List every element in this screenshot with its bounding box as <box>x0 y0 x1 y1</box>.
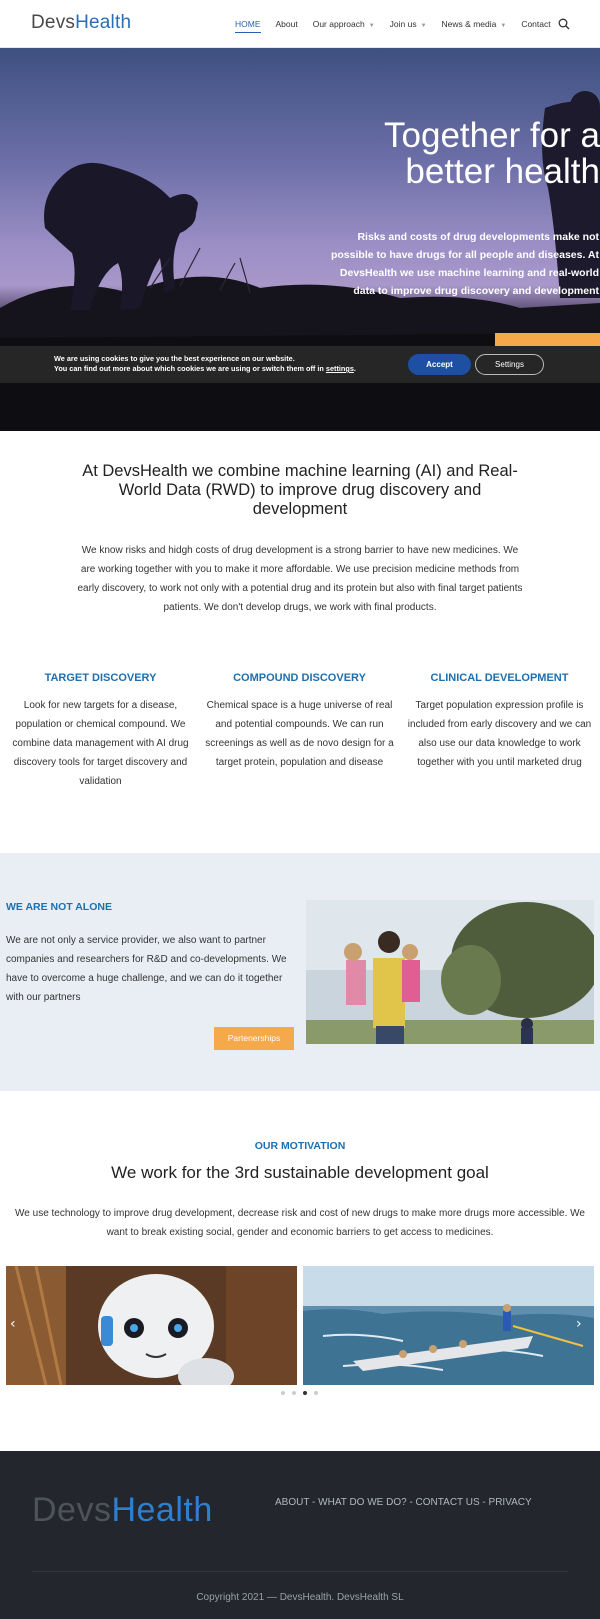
nav-contact[interactable]: Contact <box>521 19 550 29</box>
site-footer: DevsHealth ABOUT - WHAT DO WE DO? - CONT… <box>0 1451 600 1619</box>
cookie-line-2-end: . <box>353 364 356 373</box>
cookie-settings-button[interactable]: Settings <box>475 354 544 375</box>
hero-title: Together for a better health <box>384 116 600 191</box>
chevron-down-icon: ▼ <box>368 23 375 29</box>
main-nav: HOME About Our approach ▼ Join us ▼ News &… <box>235 0 566 48</box>
cookie-settings-link[interactable]: settings <box>326 364 354 373</box>
slider-dot[interactable] <box>281 1391 285 1395</box>
nav-news-media[interactable]: News & media ▼ <box>442 19 507 29</box>
logo-part-health: Health <box>75 12 132 33</box>
motivation-title: We work for the 3rd sustainable developm… <box>111 1163 489 1182</box>
nav-news-media-label: News & media <box>441 19 497 29</box>
intro-title: At DevsHealth we combine machine learnin… <box>82 462 518 518</box>
service-title: TARGET DISCOVERY <box>44 672 157 684</box>
partners-section: WE ARE NOT ALONE We are not only a servi… <box>0 853 600 1091</box>
cookie-accept-button[interactable]: Accept <box>408 354 471 375</box>
nav-our-approach[interactable]: Our approach ▼ <box>313 19 375 29</box>
footer-logo-devs: Devs <box>32 1491 112 1529</box>
slider-dot-active[interactable] <box>303 1391 307 1395</box>
hero-text: Risks and costs of drug developments mak… <box>330 231 599 297</box>
motivation-text: We use technology to improve drug develo… <box>15 1208 585 1238</box>
slider-dots <box>281 1391 325 1395</box>
partners-title: WE ARE NOT ALONE <box>6 901 112 913</box>
footer-copyright: Copyright 2021 — DevsHealth. DevsHealth … <box>196 1592 404 1603</box>
footer-logo-health: Health <box>111 1491 213 1529</box>
nav-join-us-label: Join us <box>389 19 417 29</box>
service-text: Target population expression profile is … <box>407 700 592 768</box>
footer-divider <box>32 1571 568 1572</box>
cookie-message: We are using cookies to give you the bes… <box>54 354 356 374</box>
service-title: COMPOUND DISCOVERY <box>233 672 366 684</box>
slide-robot-image <box>6 1266 297 1385</box>
slider-next-arrow[interactable]: › <box>576 1316 582 1332</box>
footer-links[interactable]: ABOUT - WHAT DO WE DO? - CONTACT US - PR… <box>275 1497 532 1508</box>
service-text: Chemical space is a huge universe of rea… <box>205 700 394 768</box>
service-target-discovery: TARGET DISCOVERY Look for new targets fo… <box>3 672 198 791</box>
partners-text: We are not only a service provider, we a… <box>6 935 287 1003</box>
slider-prev-arrow[interactable]: ‹ <box>10 1316 16 1332</box>
slide-rowing-image <box>303 1266 594 1385</box>
cookie-line-1: We are using cookies to give you the bes… <box>54 354 295 363</box>
cookie-bar: We are using cookies to give you the bes… <box>0 346 600 383</box>
service-title: CLINICAL DEVELOPMENT <box>430 672 569 684</box>
cookie-line-2: You can find out more about which cookie… <box>54 364 356 374</box>
motivation-label: OUR MOTIVATION <box>254 1140 346 1152</box>
nav-home[interactable]: HOME <box>235 19 261 33</box>
cookie-line-2-text: You can find out more about which cookie… <box>54 364 326 373</box>
slider-dot[interactable] <box>314 1391 318 1395</box>
logo-part-devs: Devs <box>31 12 76 33</box>
slider-dot[interactable] <box>292 1391 296 1395</box>
chevron-down-icon: ▼ <box>420 23 427 29</box>
site-header: DevsHealth HOME About Our approach ▼ Join… <box>0 0 600 48</box>
service-text: Look for new targets for a disease, popu… <box>12 700 189 787</box>
service-compound-discovery: COMPOUND DISCOVERY Chemical space is a h… <box>202 672 397 772</box>
partnerships-button[interactable]: Partenerships <box>214 1027 294 1050</box>
search-icon[interactable] <box>558 18 570 30</box>
family-photo <box>306 900 594 1044</box>
nav-our-approach-label: Our approach <box>312 19 365 29</box>
intro-text: We know risks and hidgh costs of drug de… <box>77 545 523 613</box>
nav-join-us[interactable]: Join us ▼ <box>390 19 427 29</box>
nav-about[interactable]: About <box>276 19 298 29</box>
footer-logo[interactable]: DevsHealth <box>32 1491 213 1530</box>
site-logo[interactable]: DevsHealth <box>31 12 131 34</box>
chevron-down-icon: ▼ <box>500 23 507 29</box>
service-clinical-development: CLINICAL DEVELOPMENT Target population e… <box>402 672 597 772</box>
